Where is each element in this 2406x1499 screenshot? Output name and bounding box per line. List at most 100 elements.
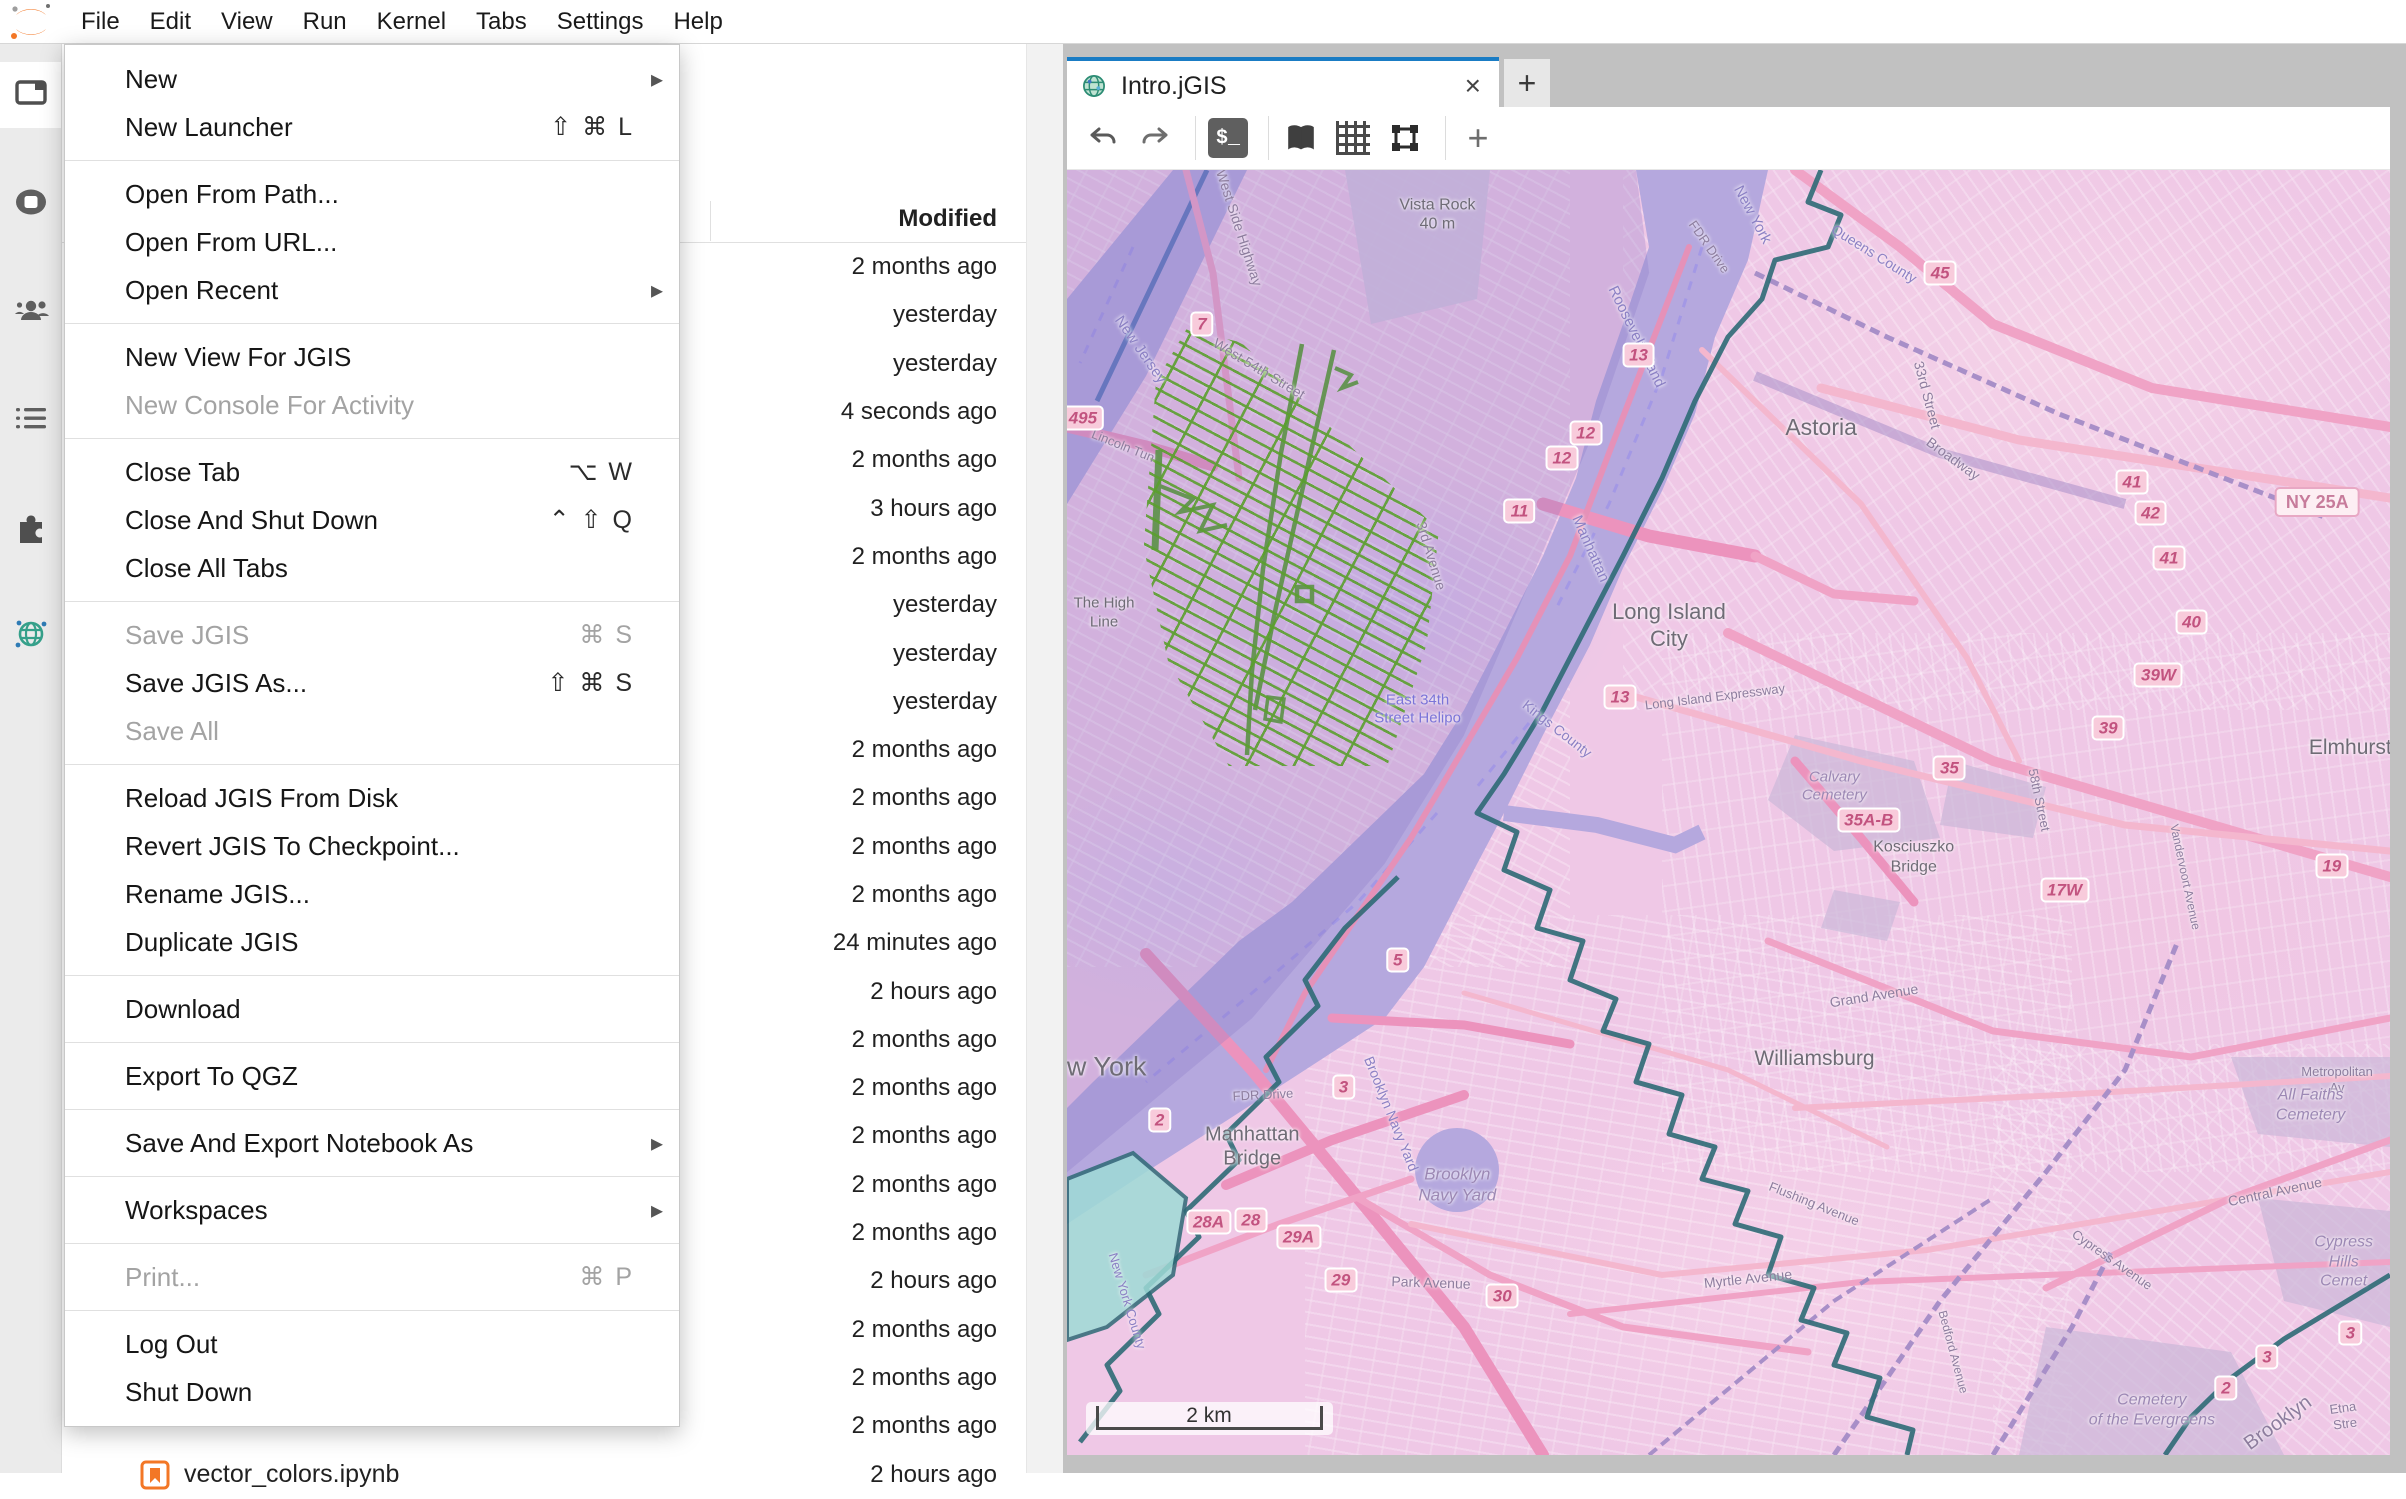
menubar-item-help[interactable]: Help (658, 0, 737, 43)
tab-close-icon[interactable]: × (1465, 70, 1481, 102)
menu-item-save-and-export-notebook-as[interactable]: Save And Export Notebook As▸ (65, 1119, 679, 1167)
new-tab-button[interactable]: + (1504, 59, 1550, 107)
menubar-item-file[interactable]: File (66, 0, 135, 43)
route-shield-5: 5 (1386, 948, 1409, 973)
vector-edit-button[interactable] (1383, 116, 1427, 160)
menu-divider (65, 1243, 679, 1244)
menu-item-label: Save JGIS As... (125, 668, 307, 699)
route-shield-13: 13 (1622, 343, 1655, 368)
menu-item-rename-jgis[interactable]: Rename JGIS... (65, 870, 679, 918)
file-modified-time: 2 hours ago (870, 1461, 997, 1489)
jgis-tab-icon (1081, 73, 1107, 99)
menu-item-save-jgis: Save JGIS⌘ S (65, 611, 679, 659)
menu-item-new-launcher[interactable]: New Launcher⇧ ⌘ L (65, 103, 679, 151)
menu-item-shortcut: ⌃ ⇧ Q (549, 505, 634, 535)
route-shield-30: 30 (1486, 1283, 1519, 1308)
modified-column-header[interactable]: Modified (898, 205, 997, 233)
tab-title: Intro.jGIS (1121, 72, 1465, 101)
menu-item-label: Rename JGIS... (125, 879, 310, 910)
menubar-item-tabs[interactable]: Tabs (461, 0, 542, 43)
file-list-scrollbar[interactable] (1026, 44, 1063, 1473)
route-shield-3: 3 (1332, 1075, 1355, 1100)
menu-item-workspaces[interactable]: Workspaces▸ (65, 1186, 679, 1234)
menu-item-label: New (125, 64, 177, 95)
route-shield-39: 39 (2092, 715, 2125, 740)
menubar-item-view[interactable]: View (206, 0, 288, 43)
file-modified-time: 2 months ago (852, 784, 997, 812)
route-shield-35: 35 (1933, 755, 1966, 780)
menu-item-download[interactable]: Download (65, 985, 679, 1033)
menu-item-label: Log Out (125, 1329, 218, 1360)
basemap-button[interactable] (1279, 116, 1323, 160)
menu-item-new-console-for-activity: New Console For Activity (65, 381, 679, 429)
map-label-manhattan: Manhattan Bridge (1205, 1122, 1300, 1171)
map-canvas[interactable]: Vista Rock 40 mAstoriaLong Island CityWi… (1067, 170, 2390, 1455)
menubar-item-run[interactable]: Run (288, 0, 362, 43)
add-layer-button[interactable]: + (1456, 116, 1500, 160)
menu-item-label: Download (125, 994, 241, 1025)
menu-item-open-from-path[interactable]: Open From Path... (65, 170, 679, 218)
menu-divider (65, 1109, 679, 1110)
menu-item-new[interactable]: New▸ (65, 55, 679, 103)
file-modified-time: 2 months ago (852, 253, 997, 281)
toolbar-separator (1268, 116, 1269, 160)
running-kernels-icon[interactable] (13, 184, 49, 220)
file-row[interactable]: vector_colors.ipynb 2 hours ago (62, 1450, 1063, 1498)
menu-item-label: Close And Shut Down (125, 505, 378, 536)
undo-button[interactable] (1081, 116, 1125, 160)
file-browser-icon[interactable] (13, 74, 49, 110)
route-shield-3: 3 (2339, 1320, 2362, 1345)
menu-item-open-from-url[interactable]: Open From URL... (65, 218, 679, 266)
menu-item-label: Open From Path... (125, 179, 339, 210)
column-divider[interactable] (710, 201, 711, 241)
file-name: vector_colors.ipynb (140, 1460, 399, 1490)
route-shield-2: 2 (1148, 1107, 1171, 1132)
menu-item-duplicate-jgis[interactable]: Duplicate JGIS (65, 918, 679, 966)
route-shield-42: 42 (2134, 501, 2167, 526)
menu-item-close-all-tabs[interactable]: Close All Tabs (65, 544, 679, 592)
menubar-item-kernel[interactable]: Kernel (362, 0, 461, 43)
menu-item-save-all: Save All (65, 707, 679, 755)
menu-item-export-to-qgz[interactable]: Export To QGZ (65, 1052, 679, 1100)
menu-item-new-view-for-jgis[interactable]: New View For JGIS (65, 333, 679, 381)
menu-item-shut-down[interactable]: Shut Down (65, 1368, 679, 1416)
menu-item-log-out[interactable]: Log Out (65, 1320, 679, 1368)
redo-button[interactable] (1133, 116, 1177, 160)
menubar-item-settings[interactable]: Settings (542, 0, 659, 43)
grid-layer-button[interactable] (1331, 116, 1375, 160)
menu-item-label: New Console For Activity (125, 390, 414, 421)
jgis-layers-icon[interactable] (13, 616, 49, 652)
file-modified-time: yesterday (893, 591, 997, 619)
extension-manager-icon[interactable] (13, 508, 49, 544)
menu-item-label: Close All Tabs (125, 553, 288, 584)
notebook-file-icon (140, 1460, 170, 1490)
menu-item-reload-jgis-from-disk[interactable]: Reload JGIS From Disk (65, 774, 679, 822)
menu-item-close-and-shut-down[interactable]: Close And Shut Down ⌃ ⇧ Q (65, 496, 679, 544)
map-label-east-34th: East 34th Street Helipo (1374, 691, 1461, 728)
tab-intro-jgis[interactable]: Intro.jGIS × (1067, 57, 1499, 111)
file-modified-time: 2 months ago (852, 543, 997, 571)
file-modified-time: 2 hours ago (870, 978, 997, 1006)
file-modified-time: 2 months ago (852, 736, 997, 764)
toolbar-separator (1445, 116, 1446, 160)
collaboration-icon[interactable] (13, 292, 49, 328)
menu-item-save-jgis-as[interactable]: Save JGIS As...⇧ ⌘ S (65, 659, 679, 707)
menu-item-label: Open Recent (125, 275, 278, 306)
menu-item-label: New View For JGIS (125, 342, 351, 373)
menu-item-revert-jgis-to-checkpoint[interactable]: Revert JGIS To Checkpoint... (65, 822, 679, 870)
map-label-w-york: w York (1067, 1050, 1146, 1083)
dock-panel: Intro.jGIS × + $_ (1063, 44, 2406, 1473)
menu-item-shortcut: ⌘ S (579, 620, 634, 650)
menu-divider (65, 601, 679, 602)
route-shield-ny-25a: NY 25A (2275, 487, 2360, 517)
menubar-item-edit[interactable]: Edit (135, 0, 206, 43)
menu-item-close-tab[interactable]: Close Tab⌥ W (65, 448, 679, 496)
menu-item-open-recent[interactable]: Open Recent▸ (65, 266, 679, 314)
menu-item-label: Export To QGZ (125, 1061, 298, 1092)
file-modified-time: 2 months ago (852, 1364, 997, 1392)
menu-item-label: Open From URL... (125, 227, 337, 258)
table-of-contents-icon[interactable] (13, 400, 49, 436)
file-modified-time: 2 months ago (852, 1026, 997, 1054)
console-button[interactable]: $_ (1206, 116, 1250, 160)
submenu-arrow-icon: ▸ (651, 1129, 663, 1158)
